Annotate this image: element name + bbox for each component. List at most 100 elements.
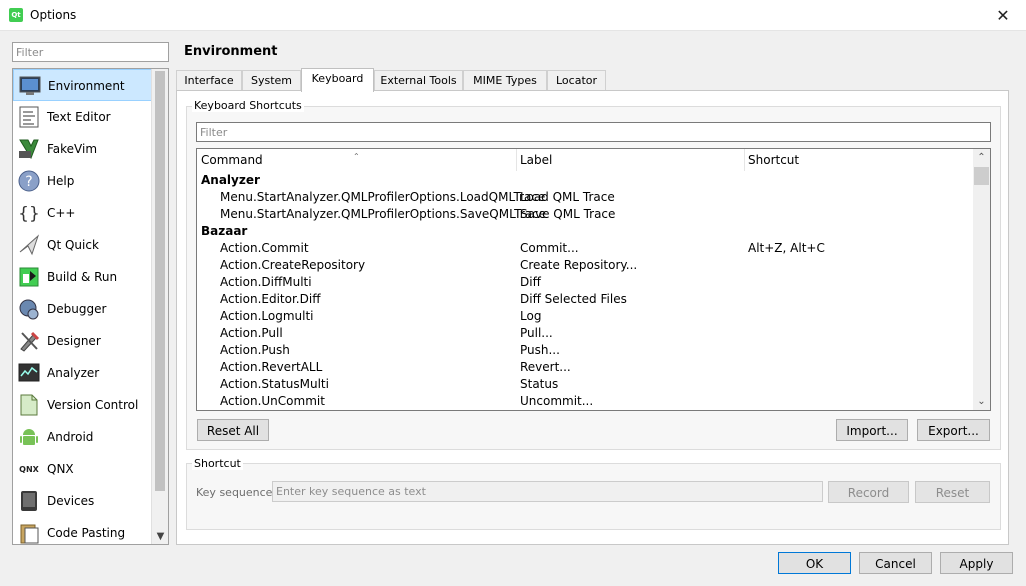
tab-system[interactable]: System [242,70,301,91]
record-button[interactable]: Record [828,481,909,503]
category-item-version-control[interactable]: Version Control [13,389,152,421]
apply-button[interactable]: Apply [940,552,1013,574]
braces-icon: {} [18,202,40,224]
label-cell: Push... [520,343,560,357]
category-item-qnx[interactable]: QNX QNX [13,453,152,485]
scrollbar-thumb[interactable] [974,167,989,185]
category-label: Qt Quick [47,238,99,252]
ok-button[interactable]: OK [778,552,851,574]
command-cell: Analyzer [201,173,260,187]
scrollbar-thumb[interactable] [155,71,165,491]
command-cell: Action.StatusMulti [220,377,329,391]
shortcut-group-title: Shortcut [192,457,243,470]
reset-all-button[interactable]: Reset All [197,419,269,441]
category-item-cpp[interactable]: {} C++ [13,197,152,229]
table-row[interactable]: Action.Pull Pull... [197,325,974,342]
tree-group-row[interactable]: Bazaar [197,223,974,240]
category-item-environment[interactable]: Environment [13,69,152,101]
version-control-icon [18,394,40,416]
category-item-text-editor[interactable]: Text Editor [13,101,152,133]
table-row[interactable]: Action.StatusMulti Status [197,376,974,393]
monitor-icon [19,75,41,97]
text-editor-icon [18,106,40,128]
category-item-help[interactable]: ? Help [13,165,152,197]
window-title: Options [30,8,77,22]
category-label: FakeVim [47,142,98,156]
qt-quick-icon [18,234,40,256]
category-list[interactable]: Environment Text Editor FakeVim ? Help {… [12,68,169,545]
category-item-debugger[interactable]: Debugger [13,293,152,325]
qt-app-icon: Qt [9,8,23,22]
label-cell: Load QML Trace [520,190,615,204]
import-button[interactable]: Import... [836,419,908,441]
export-button[interactable]: Export... [917,419,990,441]
table-row[interactable]: Action.UnCommit Uncommit... [197,393,974,410]
label-cell: Diff [520,275,541,289]
table-row[interactable]: Action.Editor.Diff Diff Selected Files [197,291,974,308]
command-cell: Menu.StartAnalyzer.QMLProfilerOptions.Sa… [220,207,546,221]
command-cell: Action.Editor.Diff [220,292,321,306]
command-cell: Menu.StartAnalyzer.QMLProfilerOptions.Lo… [220,190,546,204]
tab-locator[interactable]: Locator [547,70,606,91]
table-row[interactable]: Menu.StartAnalyzer.QMLProfilerOptions.Sa… [197,206,974,223]
command-cell: Bazaar [201,224,248,238]
tree-group-row[interactable]: Analyzer [197,172,974,189]
chevron-up-icon[interactable]: ⌃ [973,149,990,166]
table-row[interactable]: Action.Logmulti Log [197,308,974,325]
table-row[interactable]: Action.CreateRepository Create Repositor… [197,257,974,274]
label-cell: Diff Selected Files [520,292,627,306]
shortcut-tree-scrollbar[interactable]: ⌃ ⌄ [973,149,990,410]
tab-keyboard[interactable]: Keyboard [301,68,374,92]
shortcut-cell: Alt+Z, Alt+C [748,241,825,255]
command-cell: Action.Commit [220,241,309,255]
title-bar: Qt Options ✕ [0,0,1026,31]
reset-button[interactable]: Reset [915,481,990,503]
svg-text:QNX: QNX [19,465,39,474]
label-cell: Log [520,309,542,323]
page-title: Environment [184,44,278,59]
chevron-down-icon[interactable]: ⌄ [973,393,990,410]
tab-mime-types[interactable]: MIME Types [463,70,547,91]
category-label: QNX [47,462,74,476]
column-header-label[interactable]: Label [516,149,745,171]
category-label: Debugger [47,302,107,316]
tab-external-tools[interactable]: External Tools [374,70,463,91]
shortcut-tree[interactable]: Command ⌃ Label Shortcut Analyzer Menu.S… [196,148,991,411]
category-item-devices[interactable]: Devices [13,485,152,517]
close-icon[interactable]: ✕ [980,0,1026,31]
table-row[interactable]: Action.RevertALL Revert... [197,359,974,376]
table-row[interactable]: Action.Commit Commit... Alt+Z, Alt+C [197,240,974,257]
category-item-qt-quick[interactable]: Qt Quick [13,229,152,261]
chevron-down-icon[interactable]: ▼ [152,531,168,542]
category-filter-input[interactable] [12,42,169,62]
category-label: Code Pasting [47,526,126,540]
android-icon [18,426,40,448]
category-item-fakevim[interactable]: FakeVim [13,133,152,165]
devices-icon [18,490,40,512]
table-row[interactable]: Action.DiffMulti Diff [197,274,974,291]
column-header-label: Command [201,153,263,167]
category-item-build-run[interactable]: Build & Run [13,261,152,293]
tab-interface[interactable]: Interface [176,70,242,91]
table-row[interactable]: Action.Push Push... [197,342,974,359]
label-cell: Commit... [520,241,579,255]
key-sequence-input[interactable] [272,481,823,502]
category-item-analyzer[interactable]: Analyzer [13,357,152,389]
command-cell: Action.DiffMulti [220,275,312,289]
fakevim-icon [18,138,40,160]
table-row[interactable]: Menu.StartAnalyzer.QMLProfilerOptions.Lo… [197,189,974,206]
category-label: Devices [47,494,95,508]
category-item-designer[interactable]: Designer [13,325,152,357]
label-cell: Pull... [520,326,553,340]
column-header-shortcut[interactable]: Shortcut [744,149,974,171]
column-header-command[interactable]: Command ⌃ [197,149,517,171]
cancel-button[interactable]: Cancel [859,552,932,574]
debugger-icon [18,298,40,320]
category-item-code-pasting[interactable]: Code Pasting [13,517,152,544]
key-sequence-label: Key sequence: [196,486,277,499]
command-cell: Action.UnCommit [220,394,325,408]
category-item-android[interactable]: Android [13,421,152,453]
shortcut-filter-input[interactable] [196,122,991,142]
category-scrollbar[interactable]: ▼ [151,69,168,544]
category-label: Version Control [47,398,139,412]
